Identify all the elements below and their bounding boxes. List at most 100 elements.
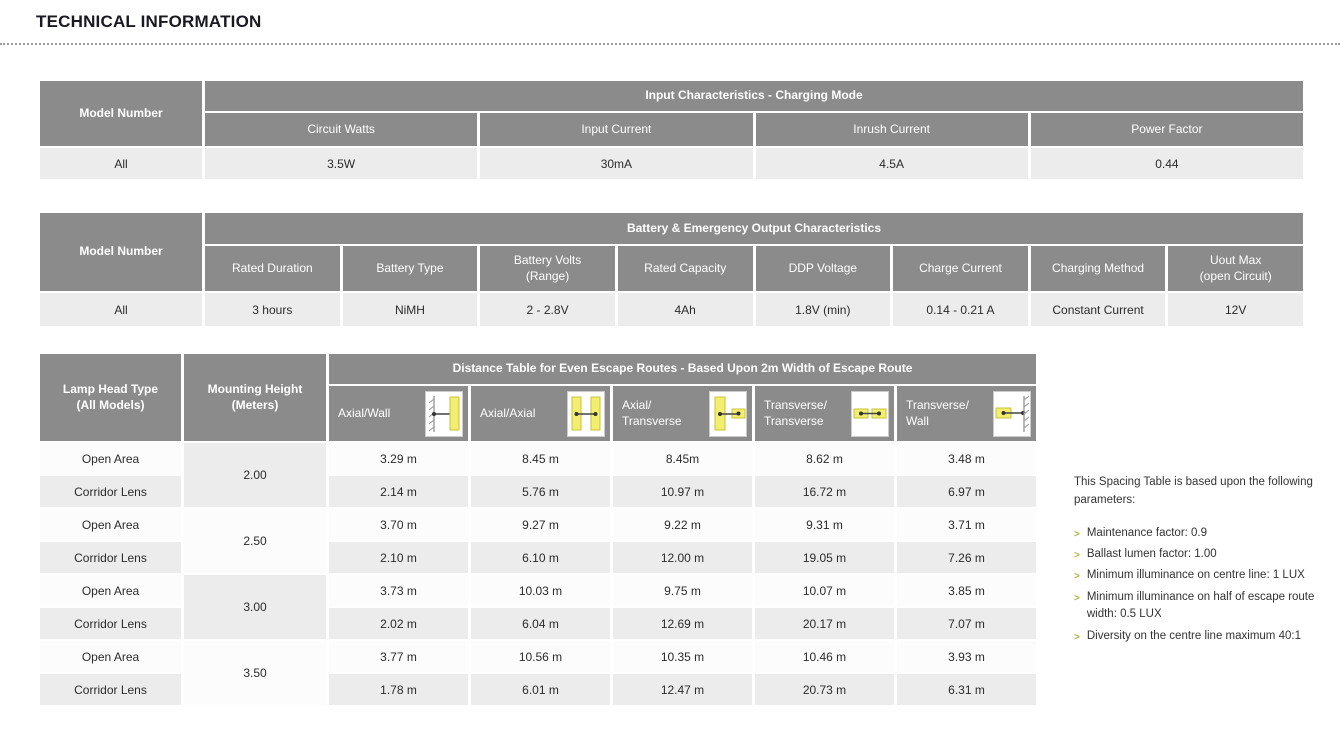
- mounting-height-header: Mounting Height (Meters): [184, 354, 326, 441]
- bottom-section: Lamp Head Type (All Models) Mounting Hei…: [0, 354, 1340, 705]
- column-header: Input Current: [480, 113, 752, 146]
- distance-cell: 6.97 m: [897, 476, 1036, 507]
- mounting-height-cell: 2.00: [184, 443, 326, 507]
- column-header: Inrush Current: [756, 113, 1028, 146]
- distance-cell: 9.31 m: [755, 509, 894, 540]
- distance-cell: 19.05 m: [755, 542, 894, 573]
- lamp-head-cell: Open Area: [40, 575, 181, 606]
- distance-cell: 2.02 m: [329, 608, 468, 639]
- value-cell: 3.5W: [205, 148, 477, 179]
- value-cell: Constant Current: [1031, 293, 1166, 326]
- column-header: Charging Method: [1031, 246, 1166, 291]
- lamp-head-cell: Open Area: [40, 443, 181, 474]
- distance-cell: 16.72 m: [755, 476, 894, 507]
- table2-group-header: Battery & Emergency Output Characteristi…: [205, 213, 1303, 244]
- distance-cell: 12.47 m: [613, 674, 752, 705]
- distance-cell: 6.01 m: [471, 674, 610, 705]
- spacing-table: Lamp Head Type (All Models) Mounting Hei…: [40, 354, 1036, 705]
- distance-cell: 3.71 m: [897, 509, 1036, 540]
- chevron-bullet-icon: >: [1074, 525, 1080, 543]
- distance-cell: 3.93 m: [897, 641, 1036, 672]
- distance-cell: 10.56 m: [471, 641, 610, 672]
- distance-cell: 10.07 m: [755, 575, 894, 606]
- note-item: >Minimum illuminance on centre line: 1 L…: [1074, 567, 1336, 585]
- value-cell: 4.5A: [756, 148, 1028, 179]
- mounting-height-cell: 3.00: [184, 575, 326, 639]
- value-cell: 4Ah: [618, 293, 753, 326]
- lamp-head-cell: Corridor Lens: [40, 476, 181, 507]
- value-cell: 12V: [1168, 293, 1303, 326]
- distance-cell: 10.35 m: [613, 641, 752, 672]
- distance-cell: 9.75 m: [613, 575, 752, 606]
- input-characteristics-table: Model Number Input Characteristics - Cha…: [40, 81, 1303, 179]
- table1-group-header: Input Characteristics - Charging Mode: [205, 81, 1303, 111]
- divider: [0, 43, 1340, 45]
- distance-cell: 12.00 m: [613, 542, 752, 573]
- chevron-bullet-icon: >: [1074, 567, 1080, 585]
- value-cell: 2 - 2.8V: [480, 293, 615, 326]
- distance-cell: 8.62 m: [755, 443, 894, 474]
- transverse-transverse-icon: [851, 391, 889, 437]
- table3-group-header: Distance Table for Even Escape Routes - …: [329, 354, 1036, 384]
- lamp-head-cell: Open Area: [40, 641, 181, 672]
- column-header-axial-wall: Axial/Wall: [329, 386, 468, 441]
- lamp-head-type-header: Lamp Head Type (All Models): [40, 354, 181, 441]
- page-title: TECHNICAL INFORMATION: [0, 0, 1340, 32]
- chevron-bullet-icon: >: [1074, 628, 1080, 646]
- column-header-axial-axial: Axial/Axial: [471, 386, 610, 441]
- distance-cell: 3.29 m: [329, 443, 468, 474]
- distance-cell: 3.77 m: [329, 641, 468, 672]
- column-header: DDP Voltage: [756, 246, 891, 291]
- distance-cell: 20.73 m: [755, 674, 894, 705]
- note-item: >Minimum illuminance on half of escape r…: [1074, 589, 1336, 625]
- distance-cell: 3.48 m: [897, 443, 1036, 474]
- column-header-transverse-transverse: Transverse/ Transverse: [755, 386, 894, 441]
- lamp-head-cell: Corridor Lens: [40, 608, 181, 639]
- distance-cell: 9.27 m: [471, 509, 610, 540]
- note-item: >Maintenance factor: 0.9: [1074, 525, 1336, 543]
- model-number-header: Model Number: [40, 213, 202, 291]
- value-cell: 0.44: [1031, 148, 1303, 179]
- value-cell: 0.14 - 0.21 A: [893, 293, 1028, 326]
- distance-cell: 10.03 m: [471, 575, 610, 606]
- distance-cell: 2.10 m: [329, 542, 468, 573]
- distance-cell: 9.22 m: [613, 509, 752, 540]
- distance-cell: 5.76 m: [471, 476, 610, 507]
- transverse-wall-icon: [993, 391, 1031, 437]
- distance-cell: 3.73 m: [329, 575, 468, 606]
- distance-cell: 6.04 m: [471, 608, 610, 639]
- note-list: >Maintenance factor: 0.9 >Ballast lumen …: [1074, 525, 1336, 646]
- column-header: Charge Current: [893, 246, 1028, 291]
- note-item: >Ballast lumen factor: 1.00: [1074, 546, 1336, 564]
- distance-cell: 6.31 m: [897, 674, 1036, 705]
- distance-cell: 8.45m: [613, 443, 752, 474]
- distance-cell: 20.17 m: [755, 608, 894, 639]
- column-header-axial-transverse: Axial/ Transverse: [613, 386, 752, 441]
- mounting-height-cell: 2.50: [184, 509, 326, 573]
- column-header: Power Factor: [1031, 113, 1303, 146]
- model-cell: All: [40, 148, 202, 179]
- axial-axial-icon: [567, 391, 605, 437]
- distance-cell: 3.85 m: [897, 575, 1036, 606]
- distance-cell: 7.26 m: [897, 542, 1036, 573]
- distance-cell: 2.14 m: [329, 476, 468, 507]
- lamp-head-cell: Corridor Lens: [40, 674, 181, 705]
- distance-cell: 7.07 m: [897, 608, 1036, 639]
- axial-transverse-icon: [709, 391, 747, 437]
- mounting-height-cell: 3.50: [184, 641, 326, 705]
- chevron-bullet-icon: >: [1074, 546, 1080, 564]
- value-cell: 3 hours: [205, 293, 340, 326]
- value-cell: NiMH: [343, 293, 478, 326]
- value-cell: 1.8V (min): [756, 293, 891, 326]
- lamp-head-cell: Open Area: [40, 509, 181, 540]
- column-header: Battery Type: [343, 246, 478, 291]
- distance-cell: 12.69 m: [613, 608, 752, 639]
- column-header: Rated Capacity: [618, 246, 753, 291]
- column-header: Rated Duration: [205, 246, 340, 291]
- battery-output-table: Model Number Battery & Emergency Output …: [40, 213, 1303, 326]
- spacing-parameters-note: This Spacing Table is based upon the fol…: [1074, 474, 1336, 705]
- column-header: Circuit Watts: [205, 113, 477, 146]
- chevron-bullet-icon: >: [1074, 589, 1080, 625]
- distance-cell: 1.78 m: [329, 674, 468, 705]
- column-header: Battery Volts (Range): [480, 246, 615, 291]
